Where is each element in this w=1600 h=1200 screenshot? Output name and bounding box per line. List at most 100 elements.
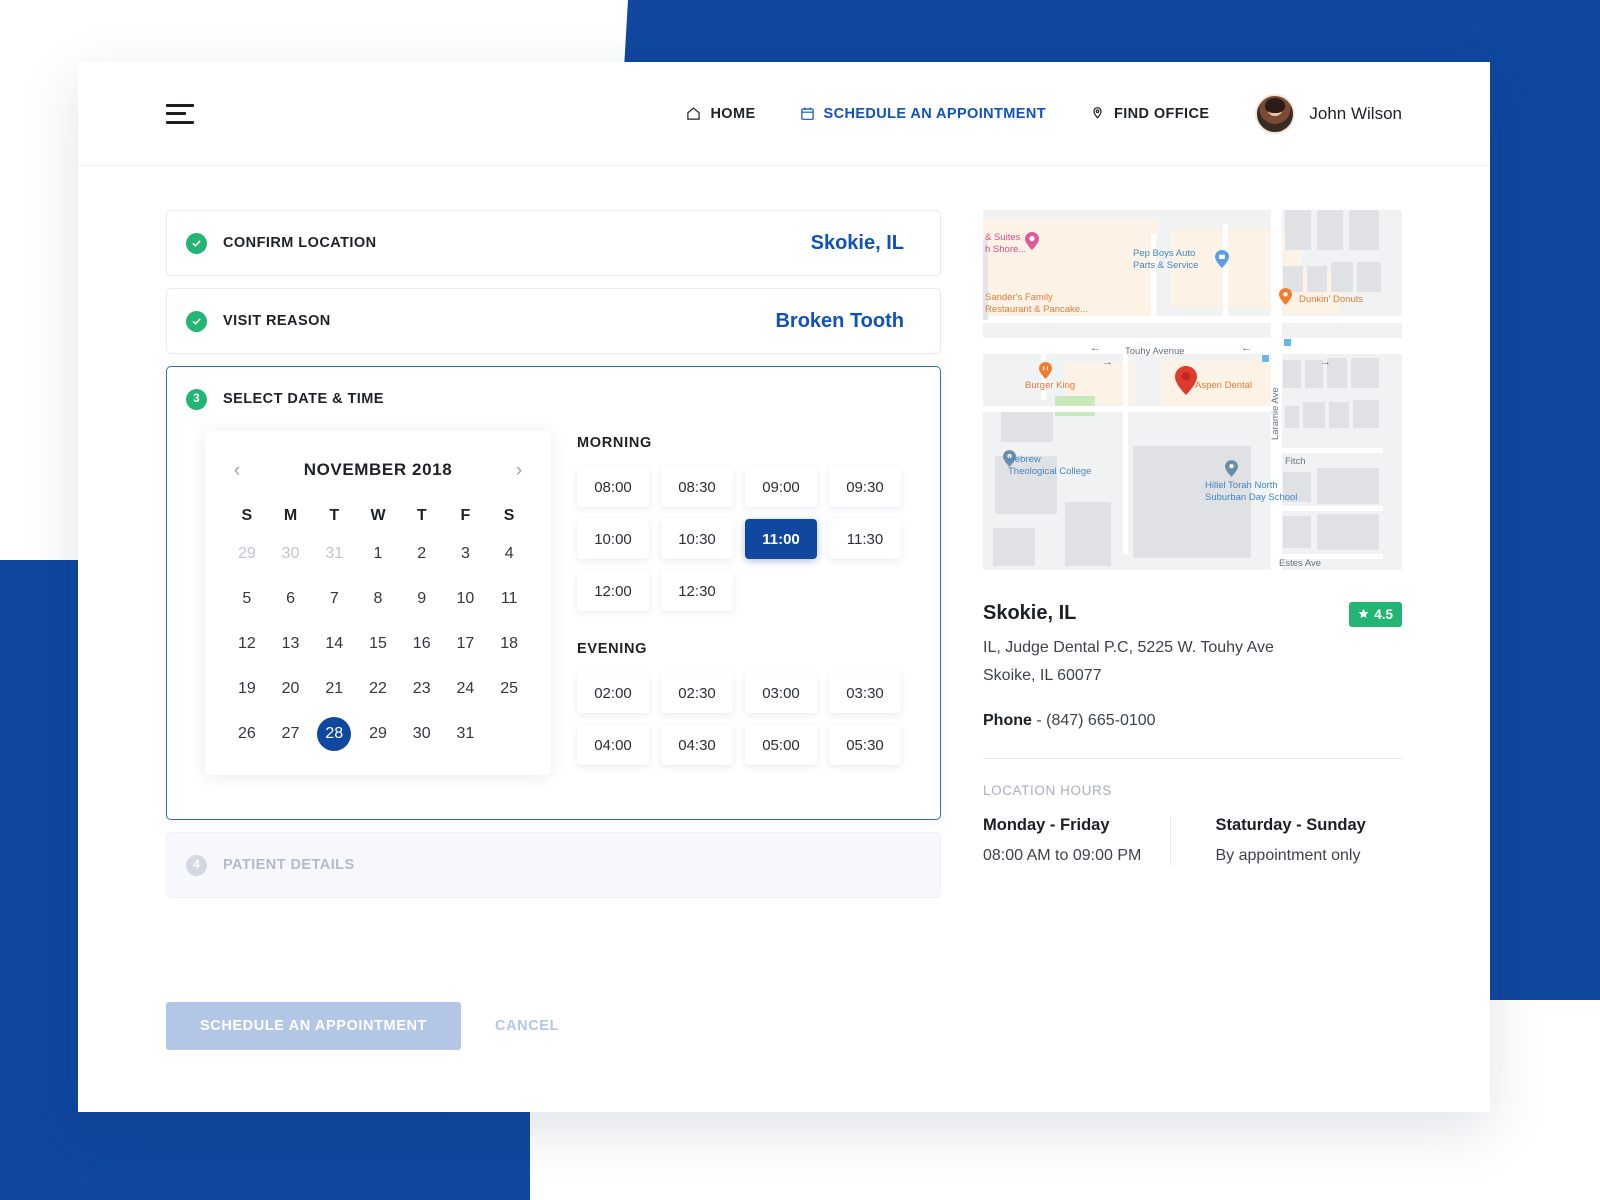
- calendar-day-14[interactable]: 14: [312, 627, 356, 661]
- rating-badge: 4.5: [1349, 602, 1402, 627]
- calendar-day-29[interactable]: 29: [225, 537, 269, 571]
- step-2-title: VISIT REASON: [223, 313, 331, 329]
- step-3-header[interactable]: 3 SELECT DATE & TIME: [167, 367, 940, 431]
- calendar-day-26[interactable]: 26: [225, 717, 269, 751]
- calendar-day-31[interactable]: 31: [312, 537, 356, 571]
- calendar-day-30[interactable]: 30: [400, 717, 444, 751]
- page-root: HOME SCHEDULE AN APPOINTMENT: [0, 0, 1600, 1200]
- calendar-day-30[interactable]: 30: [269, 537, 313, 571]
- evening-slot-0530[interactable]: 05:30: [829, 725, 901, 765]
- calendar-day-6[interactable]: 6: [269, 582, 313, 616]
- calendar-day-12[interactable]: 12: [225, 627, 269, 661]
- morning-slot-1130[interactable]: 11:30: [829, 519, 901, 559]
- calendar-day-7[interactable]: 7: [312, 582, 356, 616]
- calendar-day-1[interactable]: 1: [356, 537, 400, 571]
- calendar-day-13[interactable]: 13: [269, 627, 313, 661]
- calendar-month-title: NOVEMBER 2018: [249, 460, 507, 480]
- calendar-day-18[interactable]: 18: [487, 627, 531, 661]
- calendar-day-4[interactable]: 4: [487, 537, 531, 571]
- calendar-day-10[interactable]: 10: [444, 582, 488, 616]
- time-slot-picker: MORNING 08:00 08:30 09:00 09:30 10:00 10:30 11…: [577, 431, 902, 775]
- evening-slot-0300[interactable]: 03:00: [745, 673, 817, 713]
- morning-slot-1000[interactable]: 10:00: [577, 519, 649, 559]
- calendar-day-empty: [487, 717, 531, 751]
- calendar-day-selected-marker: 28: [317, 717, 351, 751]
- morning-slot-1200[interactable]: 12:00: [577, 571, 649, 611]
- calendar-day-19[interactable]: 19: [225, 672, 269, 706]
- calendar-day-15[interactable]: 15: [356, 627, 400, 661]
- map-label-laramie-ave: Laramie Ave: [1270, 387, 1282, 440]
- calendar-day-23[interactable]: 23: [400, 672, 444, 706]
- calendar-day-grid: 2930311234567891011121314151617181920212…: [225, 537, 531, 751]
- calendar-day-28[interactable]: 28: [312, 717, 356, 751]
- evening-slot-0500[interactable]: 05:00: [745, 725, 817, 765]
- evening-slot-0330[interactable]: 03:30: [829, 673, 901, 713]
- step-1-complete-check-icon: [186, 233, 207, 254]
- calendar-day-8[interactable]: 8: [356, 582, 400, 616]
- map-pin-aspen-dental-selected-icon: [1175, 366, 1195, 393]
- calendar-day-11[interactable]: 11: [487, 582, 531, 616]
- address-line-1: IL, Judge Dental P.C, 5225 W. Touhy Ave: [983, 634, 1402, 662]
- calendar-day-27[interactable]: 27: [269, 717, 313, 751]
- nav-item-schedule-label: SCHEDULE AN APPOINTMENT: [824, 106, 1046, 122]
- calendar-day-24[interactable]: 24: [444, 672, 488, 706]
- morning-slot-0830[interactable]: 08:30: [661, 467, 733, 507]
- map-label-pep-boys-auto: Pep Boys AutoParts & Service: [1133, 248, 1198, 272]
- calendar-day-17[interactable]: 17: [444, 627, 488, 661]
- step-visit-reason[interactable]: VISIT REASON Broken Tooth: [166, 288, 941, 354]
- chevron-right-icon[interactable]: ›: [507, 458, 531, 482]
- nav-item-find-office[interactable]: FIND OFFICE: [1090, 106, 1209, 122]
- chevron-left-icon[interactable]: ‹: [225, 458, 249, 482]
- nav-links: HOME SCHEDULE AN APPOINTMENT: [642, 94, 1402, 134]
- calendar-day-2[interactable]: 2: [400, 537, 444, 571]
- calendar-day-9[interactable]: 9: [400, 582, 444, 616]
- calendar-day-16[interactable]: 16: [400, 627, 444, 661]
- calendar-weekday-2: T: [312, 499, 356, 537]
- step-4-title: PATIENT DETAILS: [223, 857, 355, 873]
- morning-slot-1100[interactable]: 11:00: [745, 519, 817, 559]
- calendar-day-31[interactable]: 31: [444, 717, 488, 751]
- location-map[interactable]: ← → ← →: [983, 210, 1402, 570]
- location-address: IL, Judge Dental P.C, 5225 W. Touhy Ave …: [983, 634, 1402, 690]
- calendar-day-22[interactable]: 22: [356, 672, 400, 706]
- schedule-an-appointment-button[interactable]: SCHEDULE AN APPOINTMENT: [166, 1002, 461, 1050]
- step-patient-details[interactable]: 4 PATIENT DETAILS: [166, 832, 941, 898]
- morning-slot-0900[interactable]: 09:00: [745, 467, 817, 507]
- calendar-day-5[interactable]: 5: [225, 582, 269, 616]
- evening-slot-0430[interactable]: 04:30: [661, 725, 733, 765]
- morning-slot-0930[interactable]: 09:30: [829, 467, 901, 507]
- map-pin-icon: [1090, 106, 1105, 121]
- nav-item-home[interactable]: HOME: [686, 106, 755, 122]
- address-line-2: Skoike, IL 60077: [983, 662, 1402, 690]
- home-icon: [686, 106, 701, 121]
- calendar-day-20[interactable]: 20: [269, 672, 313, 706]
- map-label-hebrew: HebrewTheological College: [1008, 454, 1091, 478]
- calendar-day-29[interactable]: 29: [356, 717, 400, 751]
- location-hours-row: Monday - Friday 08:00 AM to 09:00 PM Sta…: [983, 816, 1402, 865]
- calendar-weekday-1: M: [269, 499, 313, 537]
- nav-item-schedule-an-appointment[interactable]: SCHEDULE AN APPOINTMENT: [800, 106, 1046, 122]
- morning-slot-0800[interactable]: 08:00: [577, 467, 649, 507]
- evening-slot-0200[interactable]: 02:00: [577, 673, 649, 713]
- evening-slot-0400[interactable]: 04:00: [577, 725, 649, 765]
- booking-steps-column: CONFIRM LOCATION Skokie, IL VISIT REASON…: [166, 210, 941, 1112]
- calendar-weekday-0: S: [225, 499, 269, 537]
- evening-slot-0230[interactable]: 02:30: [661, 673, 733, 713]
- morning-label: MORNING: [577, 435, 902, 451]
- step-confirm-location[interactable]: CONFIRM LOCATION Skokie, IL: [166, 210, 941, 276]
- map-label-sub: Parts & Service: [1133, 260, 1198, 272]
- calendar-day-25[interactable]: 25: [487, 672, 531, 706]
- map-label-suites: & Suitesh Shore...: [985, 232, 1026, 256]
- calendar-day-21[interactable]: 21: [312, 672, 356, 706]
- cancel-button[interactable]: CANCEL: [469, 1002, 585, 1050]
- morning-slot-1230[interactable]: 12:30: [661, 571, 733, 611]
- location-info-column: ← → ← →: [983, 210, 1402, 1112]
- calendar-day-3[interactable]: 3: [444, 537, 488, 571]
- map-pin-hillel-school-icon: [1225, 460, 1237, 476]
- user-menu[interactable]: John Wilson: [1255, 94, 1402, 134]
- morning-slot-1030[interactable]: 10:30: [661, 519, 733, 559]
- step-2-value: Broken Tooth: [775, 310, 904, 333]
- map-pin-dunkin-icon: [1279, 288, 1291, 304]
- hours-weekend-days: Staturday - Sunday: [1216, 816, 1403, 835]
- hamburger-menu-icon[interactable]: [166, 104, 194, 124]
